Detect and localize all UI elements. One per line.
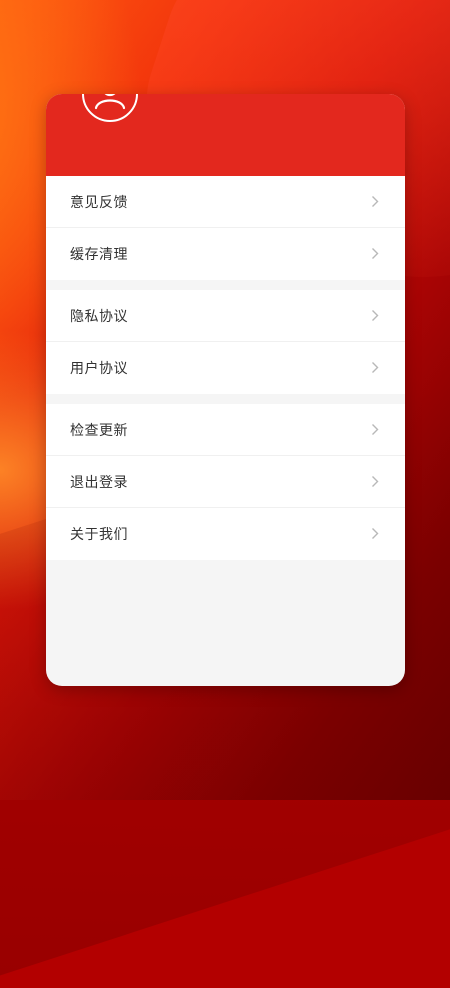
chevron-right-icon [372,424,379,435]
menu-item-feedback[interactable]: 意见反馈 [46,176,405,228]
menu-item-label: 检查更新 [70,422,128,439]
menu-item-label: 缓存清理 [70,247,128,263]
menu-group-agreements: 隐私协议 用户协议 [46,290,405,394]
menu-item-label: 关于我们 [70,527,128,543]
menu-item-label: 退出登录 [70,474,128,491]
menu-item-label: 隐私协议 [70,308,128,325]
menu-item-logout[interactable]: 退出登录 [46,456,405,508]
chevron-right-icon [372,476,379,487]
settings-card: 意见反馈 缓存清理 隐私协议 用户协议 检查更新 退出登录 关于我们 [46,94,405,686]
profile-header [46,94,405,176]
chevron-right-icon [372,248,379,259]
chevron-right-icon [372,362,379,373]
chevron-right-icon [372,196,379,207]
menu-group-feedback: 意见反馈 缓存清理 [46,176,405,280]
chevron-right-icon [372,528,379,539]
user-avatar-icon [94,94,126,110]
chevron-right-icon [372,310,379,321]
menu-item-check-update[interactable]: 检查更新 [46,404,405,456]
menu-item-label: 意见反馈 [70,194,128,211]
menu-item-label: 用户协议 [70,361,128,377]
menu-item-privacy-policy[interactable]: 隐私协议 [46,290,405,342]
menu-item-about-us[interactable]: 关于我们 [46,508,405,560]
menu-group-account: 检查更新 退出登录 关于我们 [46,404,405,560]
menu-item-user-agreement[interactable]: 用户协议 [46,342,405,394]
menu-item-clear-cache[interactable]: 缓存清理 [46,228,405,280]
avatar[interactable] [82,94,138,122]
